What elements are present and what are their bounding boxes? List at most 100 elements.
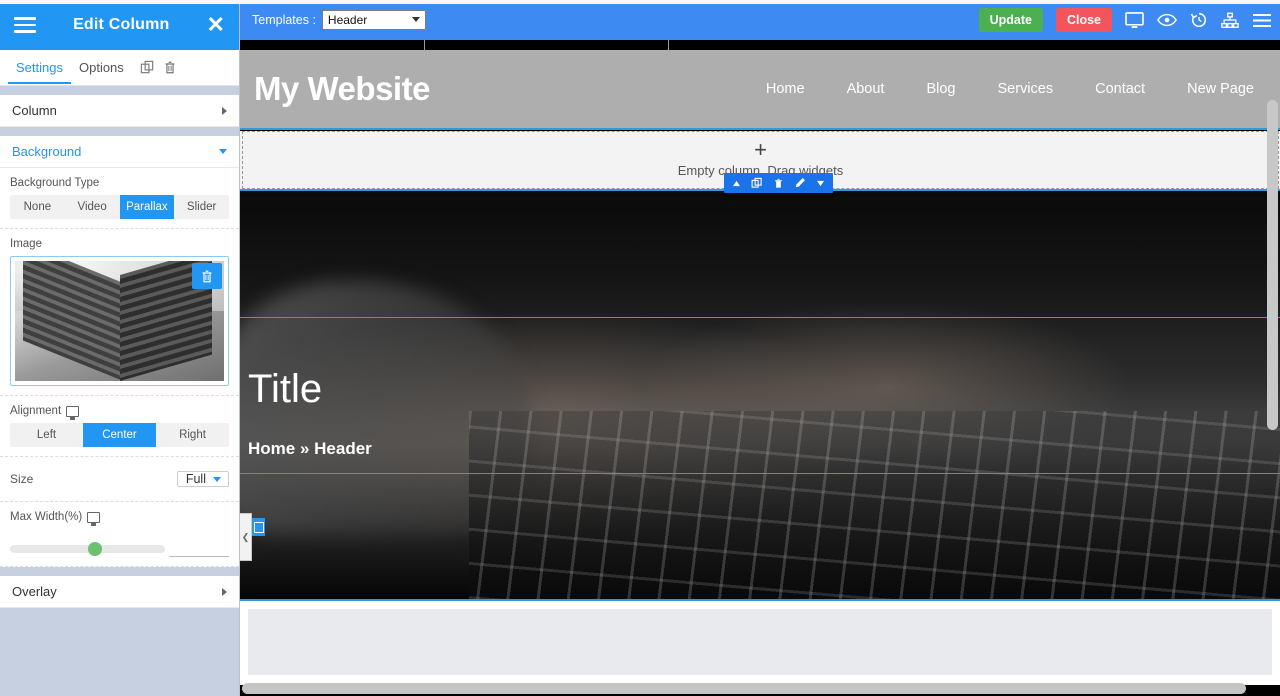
background-accordion: Background Background Type None Video Pa… <box>0 136 239 567</box>
edit-pencil-icon[interactable] <box>789 177 811 189</box>
move-up-icon[interactable] <box>727 180 746 187</box>
navigator-sitemap-icon[interactable] <box>1221 12 1239 29</box>
templates-label: Templates : <box>252 13 316 27</box>
alignment-label: Alignment <box>10 405 62 417</box>
vertical-scrollbar-thumb[interactable] <box>1267 100 1278 430</box>
alignment-label-row: Alignment <box>10 405 229 420</box>
panel-collapse-handle[interactable]: ❮ <box>240 513 252 561</box>
topbar-actions: Update Close <box>978 8 1272 32</box>
max-width-label: Max Width(%) <box>10 511 83 523</box>
slider-knob[interactable] <box>88 542 102 556</box>
footer-placeholder[interactable] <box>248 609 1272 675</box>
background-type-segmented: None Video Parallax Slider <box>10 195 229 219</box>
nav-item-new-page[interactable]: New Page <box>1187 81 1254 97</box>
vertical-scrollbar[interactable] <box>1267 88 1278 696</box>
preview-canvas: My Website Home About Blog Services Cont… <box>240 40 1280 696</box>
template-select[interactable]: Header <box>321 10 426 30</box>
image-label: Image <box>10 238 42 250</box>
nav-item-blog[interactable]: Blog <box>926 81 955 97</box>
duplicate-icon[interactable] <box>140 60 155 75</box>
column-accordion: Column <box>0 95 239 127</box>
sidebar-divider <box>0 86 239 95</box>
max-width-slider[interactable] <box>10 542 165 556</box>
elementor-like-editor: Edit Column ✕ Settings Options Column Ba… <box>0 0 1280 696</box>
max-width-controls <box>10 529 229 557</box>
background-type-label: Background Type <box>10 177 100 189</box>
align-option-center[interactable]: Center <box>83 423 156 447</box>
alignment-segmented: Left Center Right <box>10 423 229 447</box>
bgtype-option-parallax[interactable]: Parallax <box>119 195 175 219</box>
align-option-right[interactable]: Right <box>156 423 229 447</box>
trash-icon[interactable] <box>163 60 177 75</box>
accordion-overlay[interactable]: Overlay <box>0 576 239 608</box>
desktop-preview-icon[interactable] <box>1125 11 1144 29</box>
accordion-overlay-label: Overlay <box>12 584 57 599</box>
chevron-down-icon <box>219 149 227 154</box>
horizontal-scrollbar-thumb[interactable] <box>242 683 1246 694</box>
templates-control: Templates : Header <box>252 10 426 30</box>
canvas-ruler <box>240 40 1280 50</box>
size-select[interactable]: Full <box>176 471 229 487</box>
accordion-background[interactable]: Background <box>0 136 239 168</box>
desktop-icon[interactable] <box>87 511 101 526</box>
image-delete-button[interactable] <box>192 263 222 289</box>
max-width-input[interactable] <box>169 537 229 557</box>
panel-title: Edit Column <box>73 16 170 33</box>
accordion-background-label: Background <box>12 144 82 159</box>
bgtype-option-video[interactable]: Video <box>65 195 120 219</box>
duplicate-icon[interactable] <box>746 177 768 189</box>
chevron-down-icon <box>411 17 420 22</box>
editor-main: Templates : Header Update Close My Websi… <box>240 0 1280 696</box>
nav-item-contact[interactable]: Contact <box>1095 81 1145 97</box>
tab-options[interactable]: Options <box>71 52 132 84</box>
sidebar-tabs: Settings Options <box>0 50 239 86</box>
site-nav: Home About Blog Services Contact New Pag… <box>766 81 1260 97</box>
sidebar-divider-2 <box>0 127 239 136</box>
horizontal-scrollbar[interactable] <box>240 683 1264 694</box>
update-button[interactable]: Update <box>978 8 1043 32</box>
template-select-value: Header <box>327 13 368 27</box>
column-handle-badge[interactable] <box>251 518 265 536</box>
max-width-label-row: Max Width(%) <box>10 511 229 526</box>
menu-hamburger-icon[interactable] <box>1252 13 1272 28</box>
accordion-column[interactable]: Column <box>0 95 239 127</box>
chevron-right-icon <box>222 587 227 596</box>
element-toolbar <box>724 173 833 193</box>
background-type-field: Background Type None Video Parallax Slid… <box>0 168 239 229</box>
hero-title[interactable]: Title <box>248 367 322 412</box>
editor-topbar: Templates : Header Update Close <box>240 0 1280 40</box>
hero-breadcrumb[interactable]: Home » Header <box>248 439 372 459</box>
delete-icon[interactable] <box>768 177 789 190</box>
alignment-field: Alignment Left Center Right <box>0 396 239 457</box>
bgtype-option-none[interactable]: None <box>10 195 65 219</box>
size-label: Size <box>10 472 34 486</box>
size-field: Size Full <box>0 457 239 502</box>
accordion-column-label: Column <box>12 103 57 118</box>
overlay-accordion: Overlay <box>0 576 239 608</box>
window-top-strip <box>0 0 1280 4</box>
more-chevron-icon[interactable] <box>811 180 830 187</box>
revision-history-icon[interactable] <box>1190 11 1208 29</box>
image-thumbnail-wrap[interactable] <box>10 256 229 386</box>
nav-item-services[interactable]: Services <box>998 81 1054 97</box>
hero-row-divider-1 <box>240 317 1280 318</box>
eye-preview-icon[interactable] <box>1157 13 1177 27</box>
hero-row-divider-2 <box>240 473 1280 474</box>
site-logo[interactable]: My Website <box>254 70 430 108</box>
nav-item-about[interactable]: About <box>847 81 885 97</box>
bgtype-option-slider[interactable]: Slider <box>174 195 229 219</box>
nav-item-home[interactable]: Home <box>766 81 805 97</box>
close-icon[interactable]: ✕ <box>207 14 225 36</box>
hero-keyboard-shape <box>468 411 1280 599</box>
desktop-icon[interactable] <box>66 405 80 420</box>
sidebar-divider-3 <box>0 567 239 576</box>
tab-settings[interactable]: Settings <box>8 52 71 84</box>
align-option-left[interactable]: Left <box>10 423 83 447</box>
hero-section[interactable]: Title Home » Header ❮ <box>240 191 1280 599</box>
chevron-down-icon <box>213 477 221 482</box>
section-divider-top <box>240 128 1280 130</box>
hamburger-icon[interactable] <box>14 17 36 33</box>
close-button[interactable]: Close <box>1055 8 1112 32</box>
add-widget-plus-icon[interactable]: + <box>754 139 767 161</box>
max-width-field: Max Width(%) <box>0 502 239 567</box>
